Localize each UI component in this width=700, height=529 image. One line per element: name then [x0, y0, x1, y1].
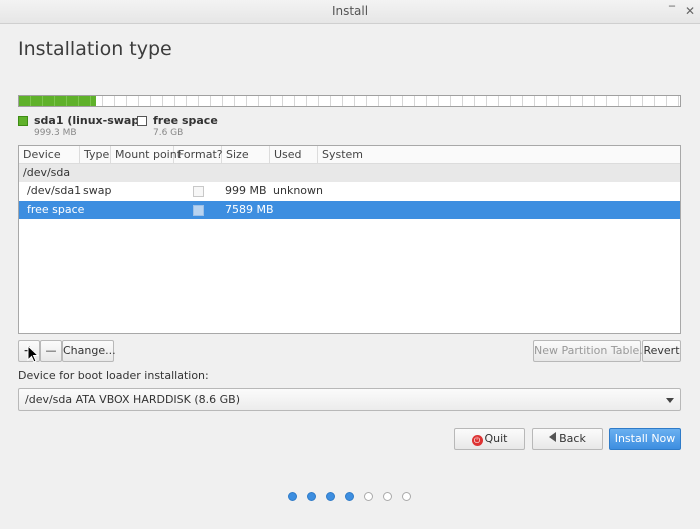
legend-name: sda1 (linux-swap): [34, 114, 145, 127]
mouse-pointer-icon: [27, 345, 39, 363]
boot-loader-device-select[interactable]: /dev/sda ATA VBOX HARDDISK (8.6 GB): [18, 388, 681, 411]
column-header-format[interactable]: Format?: [174, 146, 223, 164]
change-partition-button[interactable]: Change...: [62, 340, 116, 362]
back-button[interactable]: Back: [532, 428, 603, 450]
back-arrow-icon: [549, 432, 557, 442]
legend-swatch-swap: [18, 116, 28, 126]
column-header-mount-point[interactable]: Mount point: [111, 146, 181, 164]
step-dot: [288, 492, 297, 501]
partition-bar-swap-segment: [19, 96, 97, 106]
legend-swatch-free: [137, 116, 147, 126]
partition-bar: [18, 95, 681, 107]
revert-button[interactable]: Revert: [642, 340, 681, 362]
column-header-used[interactable]: Used: [270, 146, 318, 164]
legend-size: 7.6 GB: [153, 128, 184, 138]
legend-size: 999.3 MB: [34, 128, 77, 138]
step-dot: [326, 492, 335, 501]
column-header-type[interactable]: Type: [80, 146, 111, 164]
device-cell: /dev/sda: [23, 166, 71, 179]
boot-loader-device-value: /dev/sda ATA VBOX HARDDISK (8.6 GB): [25, 393, 241, 406]
step-dot: [345, 492, 354, 501]
table-row-selected[interactable]: free space 7589 MB: [19, 201, 680, 219]
quit-button[interactable]: ⏻ Quit: [454, 428, 525, 450]
used-cell: unknown: [273, 184, 323, 197]
type-cell: swap: [83, 184, 112, 197]
size-cell: 999 MB: [225, 184, 267, 197]
step-dot: [364, 492, 373, 501]
chevron-down-icon: [666, 398, 674, 403]
page-title: Installation type: [18, 38, 172, 60]
column-header-size[interactable]: Size: [222, 146, 270, 164]
format-checkbox[interactable]: [193, 186, 204, 197]
window-title: Install: [331, 4, 369, 18]
table-header: Device Type Mount point Format? Size Use…: [19, 146, 680, 164]
step-dot: [402, 492, 411, 501]
format-checkbox[interactable]: [193, 205, 204, 216]
new-partition-table-button[interactable]: New Partition Table...: [533, 340, 650, 362]
close-icon[interactable]: ✕: [682, 3, 698, 19]
column-header-system[interactable]: System: [318, 146, 680, 164]
quit-button-label: Quit: [484, 432, 508, 445]
power-icon: ⏻: [471, 435, 483, 446]
remove-partition-button[interactable]: —: [40, 340, 62, 362]
minimize-icon[interactable]: ‾: [664, 3, 680, 19]
size-cell: 7589 MB: [225, 203, 274, 216]
step-dot: [383, 492, 392, 501]
window-titlebar: Install ‾ ✕: [0, 0, 700, 24]
legend-name: free space: [153, 114, 218, 127]
boot-loader-label: Device for boot loader installation:: [18, 369, 209, 382]
device-cell: /dev/sda1: [27, 184, 82, 197]
column-header-device[interactable]: Device: [19, 146, 80, 164]
partition-table[interactable]: Device Type Mount point Format? Size Use…: [18, 145, 681, 334]
install-now-button[interactable]: Install Now: [609, 428, 681, 450]
device-cell: free space: [27, 203, 85, 216]
table-row[interactable]: /dev/sda1 swap 999 MB unknown: [19, 182, 680, 200]
table-row-group[interactable]: /dev/sda: [19, 164, 680, 182]
back-button-label: Back: [559, 432, 586, 445]
step-dot: [307, 492, 316, 501]
